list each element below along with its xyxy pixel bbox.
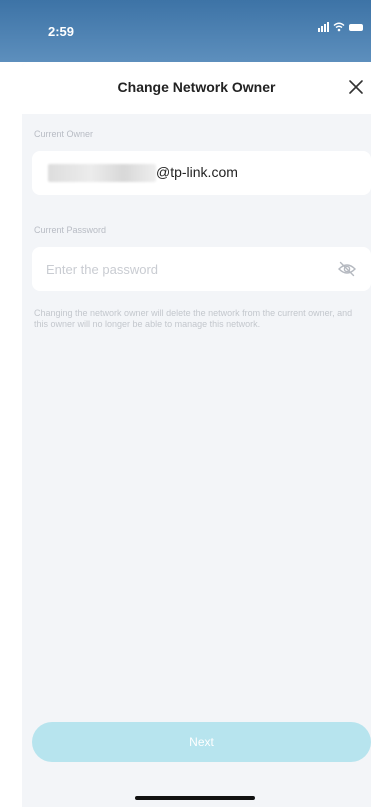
status-bar: 2:59 bbox=[0, 0, 371, 62]
page-title: Change Network Owner bbox=[117, 79, 276, 95]
warning-notice: Changing the network owner will delete t… bbox=[34, 308, 353, 329]
status-time: 2:59 bbox=[48, 24, 75, 39]
battery-icon bbox=[349, 23, 363, 31]
sheet-header: Change Network Owner bbox=[22, 62, 371, 114]
modal-sheet: Change Network Owner Current Owner @tp-l… bbox=[22, 62, 371, 807]
phone-screen: 2:59 Change Network Owner Current Owner … bbox=[0, 0, 371, 807]
current-owner-field: @tp-link.com bbox=[32, 151, 371, 195]
home-indicator[interactable] bbox=[135, 796, 255, 800]
wifi-icon bbox=[333, 22, 345, 32]
current-password-label: Current Password bbox=[34, 225, 107, 235]
next-button[interactable]: Next bbox=[32, 722, 371, 762]
eye-off-icon[interactable] bbox=[337, 259, 357, 279]
owner-email-redacted bbox=[48, 164, 156, 182]
owner-email-domain: @tp-link.com bbox=[156, 164, 238, 180]
current-owner-label: Current Owner bbox=[34, 129, 94, 139]
status-icons bbox=[318, 22, 363, 32]
password-input[interactable] bbox=[46, 257, 316, 281]
close-icon[interactable] bbox=[345, 76, 367, 98]
password-field bbox=[32, 247, 371, 291]
cellular-signal-icon bbox=[318, 22, 329, 32]
